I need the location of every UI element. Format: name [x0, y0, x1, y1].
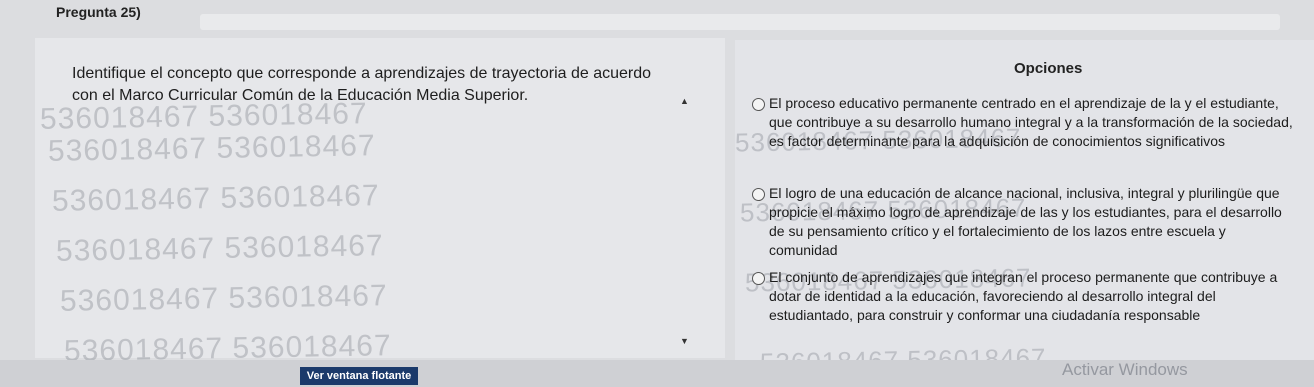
radio-button[interactable]: [752, 272, 765, 285]
option-2[interactable]: El logro de una educación de alcance nac…: [752, 184, 1297, 260]
option-label: El proceso educativo permanente centrado…: [769, 95, 1293, 149]
option-3[interactable]: El conjunto de aprendizajes que integran…: [752, 268, 1297, 325]
question-number: Pregunta 25): [56, 4, 141, 20]
question-scrollbar[interactable]: ▲ ▼: [678, 96, 692, 346]
radio-button[interactable]: [752, 188, 765, 201]
option-label: El conjunto de aprendizajes que integran…: [769, 269, 1278, 323]
scroll-down-arrow-icon[interactable]: ▼: [680, 336, 689, 346]
activate-windows-watermark: Activar Windows: [1062, 360, 1188, 379]
option-1[interactable]: El proceso educativo permanente centrado…: [752, 94, 1297, 151]
top-bar: [200, 14, 1280, 30]
options-title: Opciones: [1014, 60, 1083, 77]
option-label: El logro de una educación de alcance nac…: [769, 185, 1282, 258]
floating-window-button[interactable]: Ver ventana flotante: [300, 367, 418, 385]
question-text: Identifique el concepto que corresponde …: [72, 65, 652, 104]
scroll-up-arrow-icon[interactable]: ▲: [680, 96, 689, 106]
radio-button[interactable]: [752, 98, 765, 111]
